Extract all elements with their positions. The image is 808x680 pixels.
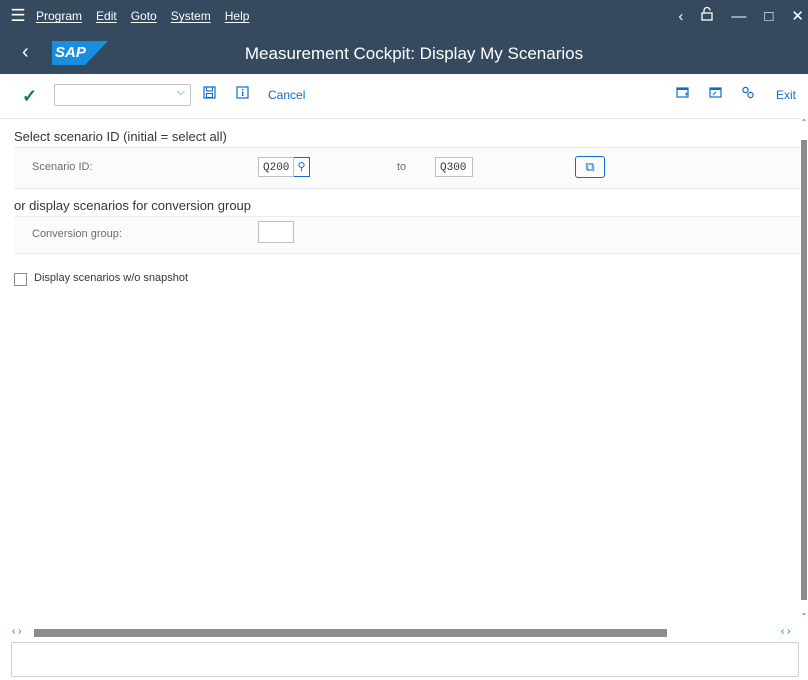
scroll-up-icon[interactable]: ⌃ xyxy=(800,118,808,127)
menu-bar: ☰ Program Edit Goto System Help ‹ — □ ✕ xyxy=(0,0,808,32)
conversion-group: Conversion group: xyxy=(14,216,800,254)
create-shortcut-icon[interactable] xyxy=(709,86,722,102)
minimize-icon[interactable]: — xyxy=(731,8,746,25)
toolbar: ✓ ⌵ Cancel Exit xyxy=(0,74,808,119)
menu-item-help[interactable]: Help xyxy=(225,9,250,23)
vertical-scroll-thumb[interactable] xyxy=(801,140,807,600)
settings-icon[interactable] xyxy=(741,86,755,102)
chevron-down-icon[interactable]: ⌵ xyxy=(177,86,185,99)
scenario-id-to-input[interactable]: Q300 xyxy=(435,157,473,177)
value-help-icon[interactable]: ⚲ xyxy=(294,157,310,177)
scroll-left-right-end-icon[interactable]: ‹ › xyxy=(781,626,790,637)
menu-item-system[interactable]: System xyxy=(171,9,211,23)
scenario-group: Scenario ID: Q200 ⚲ to Q300 ⧉ xyxy=(14,147,800,189)
enter-check-icon[interactable]: ✓ xyxy=(22,86,37,107)
snapshot-checkbox-label: Display scenarios w/o snapshot xyxy=(34,272,189,284)
vertical-scrollbar[interactable]: ⌃ ⌄ xyxy=(800,118,808,626)
section-scenario-title: Select scenario ID (initial = select all… xyxy=(14,129,227,144)
chevron-left-icon[interactable]: ‹ xyxy=(678,8,683,25)
menu-item-edit[interactable]: Edit xyxy=(96,9,117,23)
title-bar: ‹ SAP Measurement Cockpit: Display My Sc… xyxy=(0,32,808,74)
status-bar xyxy=(11,642,799,677)
to-label: to xyxy=(397,161,407,173)
scenario-id-from-input[interactable]: Q200 xyxy=(258,157,294,177)
exit-button[interactable]: Exit xyxy=(776,88,796,102)
scroll-left-right-icon[interactable]: ‹ › xyxy=(12,626,21,637)
horizontal-scroll-thumb[interactable] xyxy=(34,629,667,637)
multiple-selection-icon[interactable]: ⧉ xyxy=(575,156,605,178)
hamburger-menu-icon[interactable]: ☰ xyxy=(0,6,36,26)
command-field[interactable]: ⌵ xyxy=(54,84,191,106)
save-icon[interactable] xyxy=(203,86,216,102)
cancel-button[interactable]: Cancel xyxy=(268,88,305,102)
window-controls: ‹ — □ ✕ xyxy=(660,0,804,32)
menu-item-program[interactable]: Program xyxy=(36,9,82,23)
snapshot-checkbox[interactable] xyxy=(14,273,27,286)
section-conversion-title: or display scenarios for conversion grou… xyxy=(14,198,252,213)
page-title: Measurement Cockpit: Display My Scenario… xyxy=(244,44,584,63)
horizontal-scrollbar[interactable]: ‹ › ‹ › xyxy=(0,626,808,640)
unlock-icon[interactable] xyxy=(701,6,714,25)
maximize-icon[interactable]: □ xyxy=(764,8,773,25)
new-session-icon[interactable] xyxy=(676,86,689,102)
conversion-group-label: Conversion group: xyxy=(32,228,122,240)
menu-item-goto[interactable]: Goto xyxy=(131,9,157,23)
selection-screen: Select scenario ID (initial = select all… xyxy=(0,118,800,626)
info-icon[interactable] xyxy=(236,86,249,102)
conversion-group-input[interactable] xyxy=(258,221,294,243)
scroll-down-icon[interactable]: ⌄ xyxy=(800,608,808,617)
scenario-id-label: Scenario ID: xyxy=(32,161,93,173)
close-icon[interactable]: ✕ xyxy=(791,7,804,25)
